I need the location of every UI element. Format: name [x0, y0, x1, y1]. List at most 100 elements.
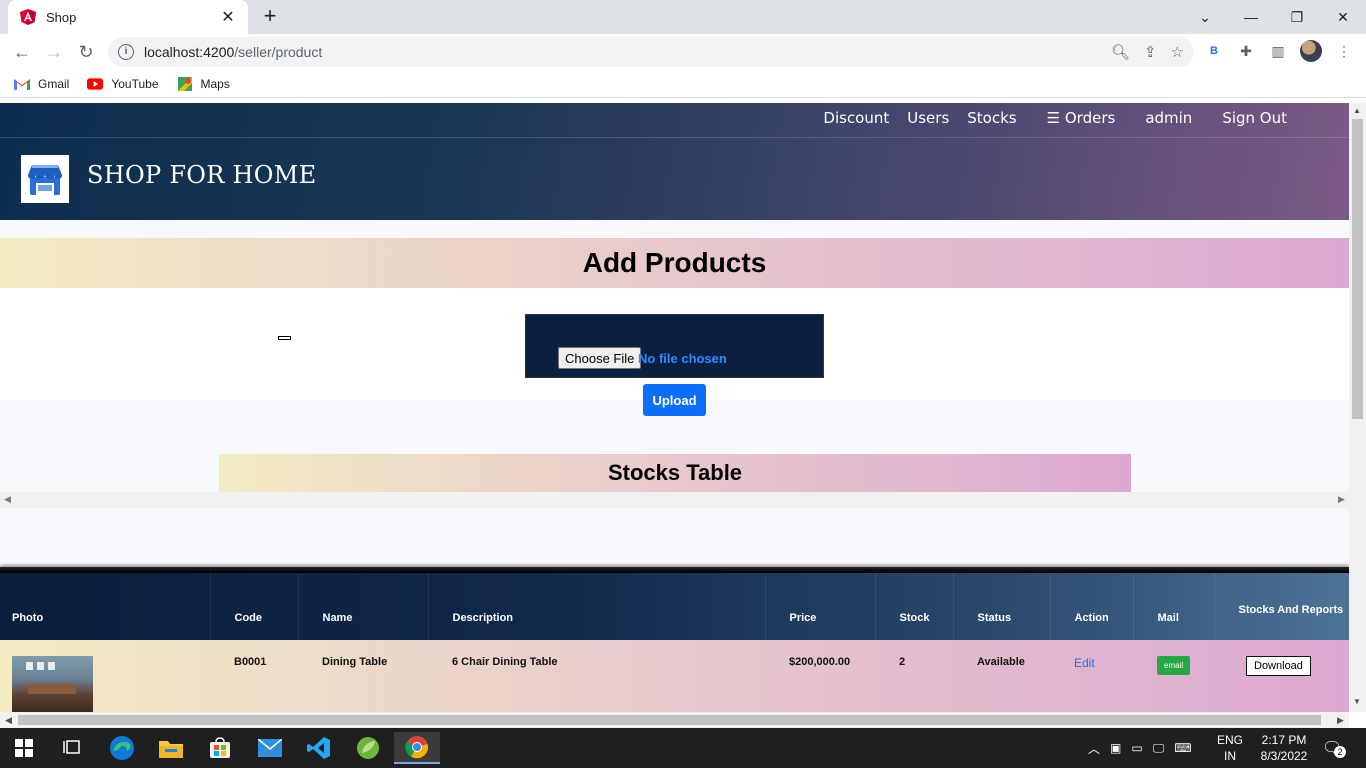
keyboard-icon[interactable]: ⌨ — [1174, 741, 1191, 755]
close-window-icon[interactable]: ✕ — [1320, 0, 1366, 34]
vertical-scrollbar[interactable]: ▲ ▼ — [1349, 103, 1366, 712]
site-header: Discount Users Stocks ☰ Orders admin Sig… — [0, 103, 1349, 220]
nav-stocks[interactable]: Stocks — [967, 109, 1016, 127]
horizontal-scrollbar[interactable]: ◀ ▶ — [0, 712, 1349, 728]
show-hidden-icons[interactable]: ︿ — [1088, 740, 1100, 757]
minimize-icon[interactable]: — — [1228, 0, 1274, 34]
task-view-icon[interactable] — [52, 732, 92, 764]
report-cell: Download — [1214, 640, 1349, 712]
scroll-right-icon[interactable]: ▶ — [1338, 494, 1345, 505]
windows-taskbar: ︿ ▣ ▭ 🖵︎ ⌨ ENG IN 2:17 PM 8/3/2022 🗨︎ 2 — [0, 728, 1366, 768]
bookmark-label: Maps — [200, 76, 230, 91]
vertical-scroll-thumb[interactable] — [1352, 119, 1363, 419]
product-photo[interactable] — [12, 656, 93, 712]
action-cell: Edit — [1050, 640, 1133, 712]
extensions-puzzle-icon[interactable]: ✚ — [1236, 41, 1256, 61]
browser-toolbar: ← → ↻ i localhost:4200/seller/product 🔍︎… — [0, 34, 1366, 70]
nav-orders[interactable]: ☰ Orders — [1047, 109, 1116, 127]
column-header: Mail — [1133, 573, 1215, 640]
scroll-left-icon[interactable]: ◀ — [4, 494, 11, 505]
bookmark-gmail[interactable]: Gmail — [14, 77, 69, 91]
column-header: Stock — [875, 573, 954, 640]
bookmark-maps[interactable]: Maps — [177, 76, 230, 91]
page-viewport: Discount Users Stocks ☰ Orders admin Sig… — [0, 103, 1349, 712]
language-indicator[interactable]: ENG IN — [1212, 728, 1248, 768]
mail-app-icon[interactable] — [250, 732, 290, 764]
stocks-table-wrapper: Photo Code Name Description Price Stock … — [0, 567, 1349, 712]
extension-b-icon[interactable]: B — [1204, 41, 1224, 61]
profile-avatar[interactable] — [1300, 40, 1322, 62]
bookmark-label: YouTube — [111, 76, 159, 91]
site-info-icon[interactable]: i — [118, 44, 134, 60]
upload-button[interactable]: Upload — [643, 384, 706, 416]
maps-icon — [177, 76, 193, 91]
edit-link[interactable]: Edit — [1074, 656, 1095, 670]
bookmark-star-icon[interactable]: ☆ — [1171, 43, 1184, 61]
windows-start-icon[interactable] — [4, 732, 44, 764]
nav-users[interactable]: Users — [907, 109, 949, 127]
stocks-title: Stocks Table — [607, 460, 743, 485]
table-header-row: Photo Code Name Description Price Stock … — [0, 573, 1349, 640]
meet-now-icon[interactable]: ▣ — [1110, 741, 1121, 755]
clock-date: 8/3/2022 — [1260, 749, 1308, 763]
scroll-left-icon[interactable]: ◀ — [5, 715, 12, 726]
photo-cell — [0, 640, 210, 712]
network-icon[interactable]: 🖵︎ — [1153, 741, 1165, 756]
url-text: localhost:4200/seller/product — [144, 44, 323, 60]
menu-kebab-icon[interactable]: ⋮ — [1334, 41, 1354, 61]
no-file-text: No file chosen — [638, 351, 727, 366]
email-button[interactable]: email — [1157, 656, 1191, 675]
forward-icon[interactable]: → — [42, 40, 66, 64]
notification-count: 2 — [1334, 746, 1346, 758]
nav-signout[interactable]: Sign Out — [1222, 109, 1287, 127]
nav-discount[interactable]: Discount — [823, 109, 889, 127]
side-panel-icon[interactable]: ▥ — [1268, 41, 1288, 61]
scroll-up-icon[interactable]: ▲ — [1353, 106, 1361, 115]
file-explorer-icon[interactable] — [151, 732, 191, 764]
close-tab-icon[interactable]: ✕ — [220, 7, 236, 27]
name-cell: Dining Table — [322, 656, 388, 668]
storefront-icon — [28, 165, 62, 195]
microsoft-store-icon[interactable] — [200, 732, 240, 764]
column-header: Photo — [0, 573, 211, 640]
column-header: Price — [765, 573, 876, 640]
back-icon[interactable]: ← — [10, 40, 34, 64]
system-tray: ︿ ▣ ▭ 🖵︎ ⌨ — [1088, 728, 1192, 768]
tab-search-icon[interactable]: ⌄ — [1182, 0, 1228, 34]
bookmarks-bar: Gmail YouTube Maps — [0, 70, 1366, 98]
bookmark-youtube[interactable]: YouTube — [87, 76, 159, 91]
table-row: B0001 Dining Table 6 Chair Dining Table … — [0, 640, 1349, 712]
header-divider — [0, 137, 1349, 138]
restore-icon[interactable]: ❐ — [1274, 0, 1320, 34]
edge-browser-icon[interactable] — [102, 732, 142, 764]
browser-tab[interactable]: Shop ✕ — [8, 0, 248, 34]
angular-icon — [20, 9, 36, 25]
share-icon[interactable]: ⇪ — [1144, 43, 1157, 61]
scroll-right-icon[interactable]: ▶ — [1337, 715, 1344, 726]
spring-tools-icon[interactable] — [348, 732, 388, 764]
download-button[interactable]: Download — [1246, 656, 1311, 676]
price-cell: $200,000.00 — [789, 656, 851, 668]
notification-center-icon[interactable]: 🗨︎ 2 — [1322, 728, 1346, 768]
column-header: Description — [428, 573, 766, 640]
chrome-taskbar-icon[interactable] — [394, 732, 440, 764]
clock[interactable]: 2:17 PM 8/3/2022 — [1254, 728, 1314, 768]
choose-file-button[interactable]: Choose File — [558, 347, 642, 369]
shop-logo[interactable] — [21, 155, 69, 203]
brand-title[interactable]: SHOP FOR HOME — [87, 161, 316, 189]
clock-time: 2:17 PM — [1261, 733, 1307, 747]
column-header: Code — [210, 573, 299, 640]
status-cell: Available — [977, 656, 1025, 668]
file-input-panel: Choose File No file chosen — [525, 314, 824, 378]
vscode-icon[interactable] — [299, 732, 339, 764]
horizontal-scroll-thumb[interactable] — [18, 715, 1321, 725]
horizontal-scrollbar-inner[interactable]: ◀ ▶ — [0, 492, 1349, 508]
zoom-icon[interactable]: 🔍︎ — [1111, 43, 1130, 61]
address-bar[interactable]: i localhost:4200/seller/product 🔍︎ ⇪ ☆ — [108, 37, 1194, 67]
scroll-down-icon[interactable]: ▼ — [1353, 697, 1361, 706]
reload-icon[interactable]: ↻ — [74, 40, 98, 64]
power-icon[interactable]: ▭ — [1131, 741, 1142, 755]
new-tab-icon[interactable]: + — [258, 5, 282, 29]
nav-admin[interactable]: admin — [1145, 109, 1192, 127]
empty-input-box[interactable] — [278, 336, 291, 340]
